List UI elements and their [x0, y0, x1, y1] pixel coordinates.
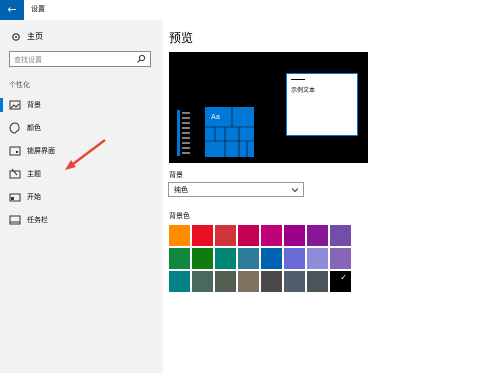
color-swatch[interactable] — [215, 248, 236, 269]
color-swatch[interactable] — [192, 271, 213, 292]
background-dropdown[interactable]: 纯色 — [168, 182, 304, 197]
color-swatch[interactable]: ✓ — [330, 271, 351, 292]
sidebar-item-label: 主题 — [27, 170, 41, 178]
color-swatch[interactable] — [307, 225, 328, 246]
color-swatch[interactable] — [307, 271, 328, 292]
color-swatch[interactable] — [284, 225, 305, 246]
background-color-label: 背景色 — [169, 212, 190, 220]
search-box[interactable]: 查找设置 — [9, 51, 151, 67]
lockscreen-icon — [9, 146, 21, 156]
color-swatch[interactable] — [307, 248, 328, 269]
color-swatch[interactable] — [238, 225, 259, 246]
start-icon — [9, 193, 21, 202]
sample-window-bar — [291, 79, 305, 80]
search-input[interactable]: 查找设置 — [14, 55, 42, 65]
section-header: 个性化 — [9, 81, 30, 89]
tile-grid-icon — [205, 107, 254, 157]
color-swatch[interactable] — [192, 225, 213, 246]
color-swatch[interactable] — [330, 225, 351, 246]
color-swatch[interactable] — [261, 271, 282, 292]
window-title: 设置 — [31, 5, 45, 13]
image-icon — [9, 100, 21, 110]
title-bar: ← 设置 — [0, 0, 480, 20]
start-tiles-preview: Aa — [205, 107, 254, 157]
sample-window: 示例文本 — [286, 73, 358, 136]
color-swatch[interactable] — [169, 225, 190, 246]
sidebar-item-label: 颜色 — [27, 124, 41, 132]
color-swatch[interactable] — [284, 271, 305, 292]
color-swatch[interactable] — [215, 225, 236, 246]
color-swatch-grid: ✓ — [169, 225, 351, 292]
color-swatch[interactable] — [215, 271, 236, 292]
chevron-down-icon — [291, 188, 299, 193]
sidebar-item-label: 背景 — [27, 101, 41, 109]
sample-text: 示例文本 — [291, 87, 316, 94]
color-swatch[interactable] — [261, 248, 282, 269]
color-swatch[interactable] — [169, 248, 190, 269]
background-label: 背景 — [169, 171, 183, 179]
sidebar: 主页 查找设置 个性化 背景 颜色 锁屏界面 主题 开始 任务栏 — [0, 20, 163, 373]
color-swatch[interactable] — [238, 248, 259, 269]
sidebar-item-background[interactable]: 背景 — [0, 95, 163, 115]
palette-icon — [9, 122, 20, 134]
sidebar-item-taskbar[interactable]: 任务栏 — [0, 210, 163, 230]
color-swatch[interactable] — [238, 271, 259, 292]
color-swatch[interactable] — [169, 271, 190, 292]
sidebar-item-label: 任务栏 — [27, 216, 48, 224]
page-title: 预览 — [169, 31, 194, 45]
home-label: 主页 — [27, 32, 43, 41]
theme-icon — [9, 168, 21, 179]
sidebar-item-start[interactable]: 开始 — [0, 187, 163, 207]
sidebar-item-colors[interactable]: 颜色 — [0, 118, 163, 138]
color-swatch[interactable] — [192, 248, 213, 269]
desktop-preview: Aa 示例文本 — [169, 52, 368, 163]
color-swatch[interactable] — [284, 248, 305, 269]
sidebar-item-label: 锁屏界面 — [27, 147, 55, 155]
color-swatch[interactable] — [330, 248, 351, 269]
background-dropdown-value: 纯色 — [174, 186, 188, 194]
home-nav-item[interactable]: 主页 — [11, 31, 43, 42]
search-icon[interactable] — [136, 54, 146, 64]
start-menu-list-icon — [177, 110, 190, 156]
checkmark-icon: ✓ — [340, 273, 347, 282]
annotation-arrow-icon — [65, 139, 106, 170]
back-button[interactable]: ← — [0, 0, 24, 20]
gear-icon — [12, 32, 20, 41]
main-content: 预览 Aa 示例文本 背景 纯色 背景色 ✓ — [163, 20, 480, 373]
taskbar-icon — [9, 215, 21, 225]
sidebar-item-label: 开始 — [27, 193, 41, 201]
color-swatch[interactable] — [261, 225, 282, 246]
